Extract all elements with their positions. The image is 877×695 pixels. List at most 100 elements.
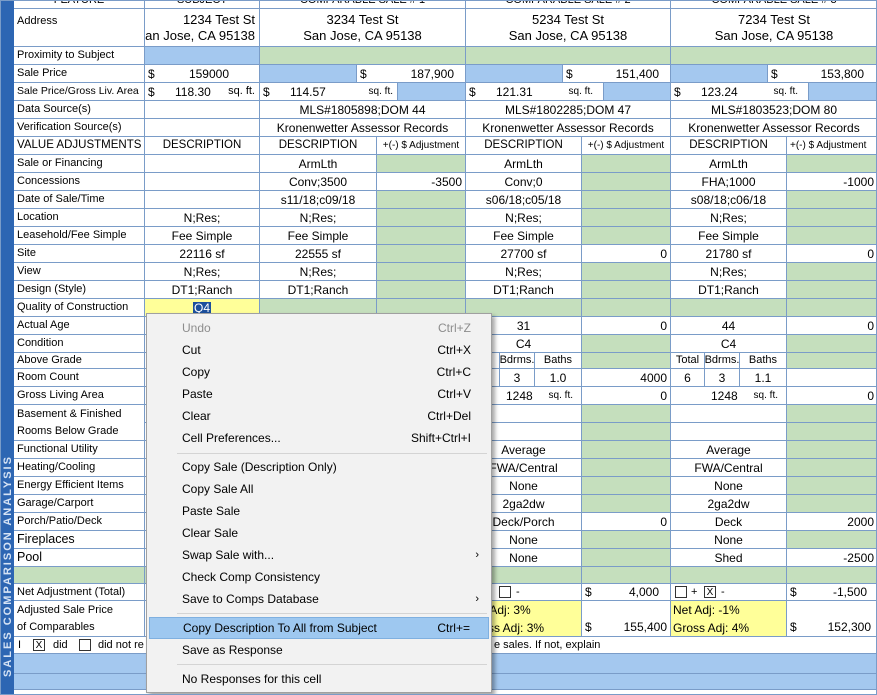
comp3-heating-adj[interactable] [787,459,876,477]
comp1-site-adj[interactable] [377,245,466,263]
comp3-garage[interactable]: 2ga2dw [671,495,787,513]
comp1-address[interactable]: 3234 Test St San Jose, CA 95138 [260,9,466,47]
comp2-proximity[interactable] [466,47,671,65]
comp3-plus-checkbox[interactable] [675,586,687,598]
comp2-location[interactable]: N;Res; [466,209,582,227]
comp2-date-adj[interactable] [582,191,671,209]
comp3-date-of-sale[interactable]: s08/18;c06/18 [671,191,787,209]
comp3-room-adj[interactable] [787,369,876,387]
comp3-site[interactable]: 21780 sf [671,245,787,263]
comp3-quality-adj[interactable] [787,299,876,317]
comp3-energy[interactable]: None [671,477,787,495]
menu-cut[interactable]: Cut Ctrl+X [149,339,489,361]
subject-view[interactable]: N;Res; [145,263,260,281]
comp1-concessions[interactable]: Conv;3500 [260,173,377,191]
comp1-proximity[interactable] [260,47,466,65]
comp1-concessions-adj[interactable]: -3500 [377,173,466,191]
comp1-financing[interactable]: ArmLth [260,155,377,173]
comp3-verification[interactable]: Kronenwetter Assessor Records [671,119,876,137]
comp1-view-adj[interactable] [377,263,466,281]
comp3-proximity[interactable] [671,47,876,65]
comp2-bdrms[interactable]: 3 [500,369,535,387]
comp3-fireplaces[interactable]: None [671,531,787,549]
comp3-address[interactable]: 7234 Test St San Jose, CA 95138 [671,9,876,47]
comp2-location-adj[interactable] [582,209,671,227]
menu-save-as-response[interactable]: Save as Response [149,639,489,661]
menu-save-to-comps[interactable]: Save to Comps Database › [149,588,489,610]
menu-swap-sale[interactable]: Swap Sale with... › [149,544,489,566]
comp2-porch-adj[interactable]: 0 [582,513,671,531]
subject-leasehold[interactable]: Fee Simple [145,227,260,245]
menu-paste-sale[interactable]: Paste Sale [149,500,489,522]
comp3-porch-adj[interactable]: 2000 [787,513,876,531]
comp1-design[interactable]: DT1;Ranch [260,281,377,299]
comp2-room-adj[interactable]: 4000 [582,369,671,387]
comp3-pool[interactable]: Shed [671,549,787,567]
comp2-fireplaces-adj[interactable] [582,531,671,549]
comp3-gla[interactable]: 1248 sq. ft. [671,387,787,405]
comp3-rooms-below[interactable] [671,423,787,441]
comp1-financing-adj[interactable] [377,155,466,173]
comp3-baths[interactable]: 1.1 [740,369,787,387]
comp2-financing[interactable]: ArmLth [466,155,582,173]
comp3-functional-adj[interactable] [787,441,876,459]
comp3-price-per-gla[interactable]: $ 123.24 sq. ft. [671,83,809,101]
comp3-rooms-below-adj[interactable] [787,423,876,441]
comp3-date-adj[interactable] [787,191,876,209]
comp3-heating[interactable]: FWA/Central [671,459,787,477]
comp2-site[interactable]: 27700 sf [466,245,582,263]
comp2-garage-adj[interactable] [582,495,671,513]
menu-copy-description-to-all[interactable]: Copy Description To All from Subject Ctr… [149,617,489,639]
comp2-design-adj[interactable] [582,281,671,299]
comp1-date-of-sale[interactable]: s11/18;c09/18 [260,191,377,209]
comp3-leasehold-adj[interactable] [787,227,876,245]
comp3-financing[interactable]: ArmLth [671,155,787,173]
comp3-location[interactable]: N;Res; [671,209,787,227]
comp3-location-adj[interactable] [787,209,876,227]
comp2-view[interactable]: N;Res; [466,263,582,281]
comp1-price-per-gla[interactable]: $ 114.57 sq. ft. [260,83,398,101]
comp3-functional[interactable]: Average [671,441,787,459]
research-did-not-checkbox[interactable] [79,639,91,651]
blank-label-cell[interactable] [14,567,145,584]
comp3-pool-adj[interactable]: -2500 [787,549,876,567]
comp2-blank-adj[interactable] [582,567,671,584]
comp2-energy-adj[interactable] [582,477,671,495]
comp1-site[interactable]: 22555 sf [260,245,377,263]
comp2-baths[interactable]: 1.0 [535,369,582,387]
comp1-design-adj[interactable] [377,281,466,299]
comp3-age-adj[interactable]: 0 [787,317,876,335]
comp2-rooms-below-adj[interactable] [582,423,671,441]
comp2-date-of-sale[interactable]: s06/18;c05/18 [466,191,582,209]
subject-sale-price[interactable]: $ 159000 [145,65,260,83]
comp1-verification[interactable]: Kronenwetter Assessor Records [260,119,466,137]
comp3-actual-age[interactable]: 44 [671,317,787,335]
menu-check-comp-consistency[interactable]: Check Comp Consistency [149,566,489,588]
comp3-concessions[interactable]: FHA;1000 [671,173,787,191]
comp2-address[interactable]: 5234 Test St San Jose, CA 95138 [466,9,671,47]
comp3-blank-adj[interactable] [787,567,876,584]
comp2-sale-price[interactable]: $ 151,400 [563,65,671,83]
comp2-gla-adj[interactable]: 0 [582,387,671,405]
comp3-condition-adj[interactable] [787,335,876,353]
comp3-bdrms[interactable]: 3 [705,369,740,387]
comp3-porch[interactable]: Deck [671,513,787,531]
comp3-concessions-adj[interactable]: -1000 [787,173,876,191]
comp1-leasehold-adj[interactable] [377,227,466,245]
comp2-data-source[interactable]: MLS#1802285;DOM 47 [466,101,671,119]
menu-no-responses[interactable]: No Responses for this cell [149,668,489,690]
subject-design[interactable]: DT1;Ranch [145,281,260,299]
comp1-sale-price[interactable]: $ 187,900 [357,65,466,83]
comp3-site-adj[interactable]: 0 [787,245,876,263]
comp2-view-adj[interactable] [582,263,671,281]
comp3-quality[interactable] [671,299,787,317]
menu-copy[interactable]: Copy Ctrl+C [149,361,489,383]
menu-paste[interactable]: Paste Ctrl+V [149,383,489,405]
comp3-design-adj[interactable] [787,281,876,299]
comp3-leasehold[interactable]: Fee Simple [671,227,787,245]
comp3-basement[interactable] [671,405,787,423]
comp2-leasehold-adj[interactable] [582,227,671,245]
menu-cell-preferences[interactable]: Cell Preferences... Shift+Ctrl+I [149,427,489,449]
comp2-basement-adj[interactable] [582,405,671,423]
comp3-total-rooms[interactable]: 6 [671,369,705,387]
